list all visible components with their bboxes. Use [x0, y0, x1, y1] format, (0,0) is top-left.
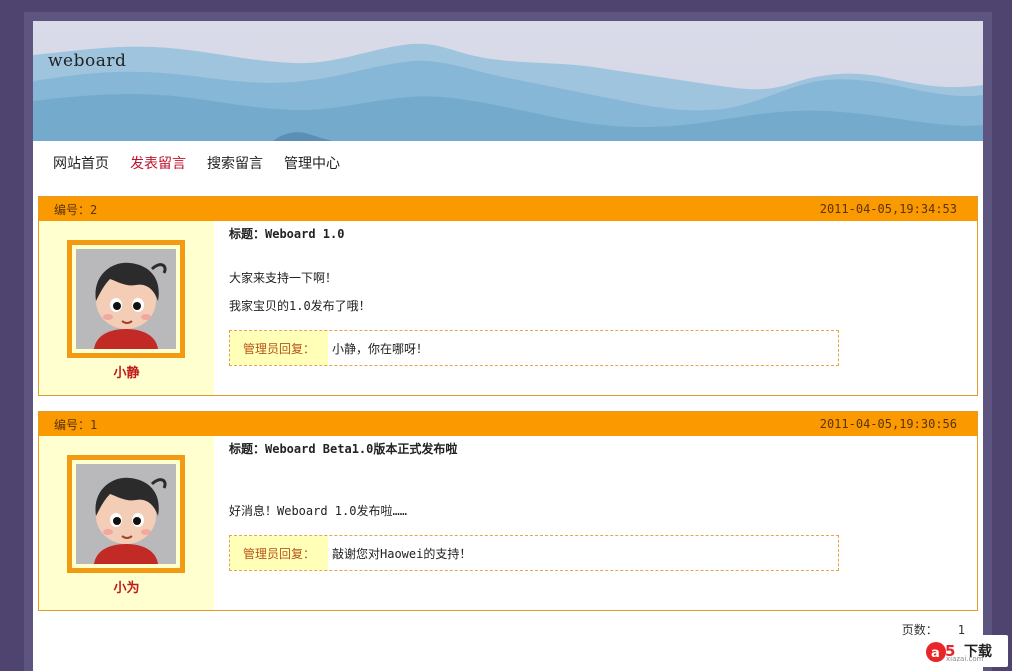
admin-reply-text: 敲谢您对Haowei的支持！: [332, 546, 472, 561]
post-number: 编号：1: [54, 417, 98, 432]
watermark-subtext: xiazai.com: [946, 655, 984, 663]
post-content-line: 大家来支持一下啊！: [229, 271, 338, 285]
post-header: 编号：2 2011-04-05,19:34:53: [39, 197, 977, 221]
avatar: [67, 240, 185, 358]
post-content-line: 好消息！Weboard 1.0发布啦……: [229, 504, 407, 518]
post-author-panel: 小为: [39, 436, 214, 610]
svg-text:a: a: [931, 646, 940, 661]
message-post: 编号：2 2011-04-05,19:34:53 小静 标题：Weboard 1…: [38, 196, 978, 396]
banner-image: weboard: [33, 21, 983, 141]
post-header: 编号：1 2011-04-05,19:30:56: [39, 412, 977, 436]
site-title: weboard: [48, 51, 127, 71]
post-datetime: 2011-04-05,19:34:53: [819, 202, 957, 216]
message-post: 编号：1 2011-04-05,19:30:56 小为 标题：Weboard B…: [38, 411, 978, 611]
post-content-line: 我家宝贝的1.0发布了哦！: [229, 299, 371, 313]
post-title: 标题：Weboard Beta1.0版本正式发布啦: [229, 442, 458, 456]
admin-reply-label: 管理员回复：: [230, 331, 328, 365]
author-name: 小为: [113, 581, 140, 596]
mountain-illustration: [33, 43, 983, 141]
post-body: 标题：Weboard 1.0 大家来支持一下啊！ 我家宝贝的1.0发布了哦！ 管…: [229, 221, 969, 366]
post-body: 标题：Weboard Beta1.0版本正式发布啦 好消息！Weboard 1.…: [229, 436, 969, 571]
post-number: 编号：2: [54, 202, 98, 217]
page-container: weboard 网站首页 发表留言 搜索留言 管理中心 编号：2 2011-04…: [33, 21, 983, 671]
nav-item-admin-center[interactable]: 管理中心: [284, 153, 340, 175]
post-datetime: 2011-04-05,19:30:56: [819, 417, 957, 431]
post-author-panel: 小静: [39, 221, 214, 395]
main-nav: 网站首页 发表留言 搜索留言 管理中心: [53, 153, 340, 175]
avatar-boy-icon: [76, 249, 176, 349]
nav-item-search-messages[interactable]: 搜索留言: [207, 153, 263, 175]
watermark-logo: a 5 下载 xiazai.com: [924, 635, 1008, 667]
post-title: 标题：Weboard 1.0: [229, 227, 345, 241]
admin-reply-text: 小静，你在哪呀！: [332, 341, 429, 356]
admin-reply-label: 管理员回复：: [230, 536, 328, 570]
admin-reply: 管理员回复： 小静，你在哪呀！: [229, 330, 839, 366]
admin-reply: 管理员回复： 敲谢您对Haowei的支持！: [229, 535, 839, 571]
avatar-boy-icon: [76, 464, 176, 564]
nav-item-post-message[interactable]: 发表留言: [130, 153, 186, 175]
author-name: 小静: [113, 366, 140, 381]
nav-item-home[interactable]: 网站首页: [53, 153, 109, 175]
avatar: [67, 455, 185, 573]
